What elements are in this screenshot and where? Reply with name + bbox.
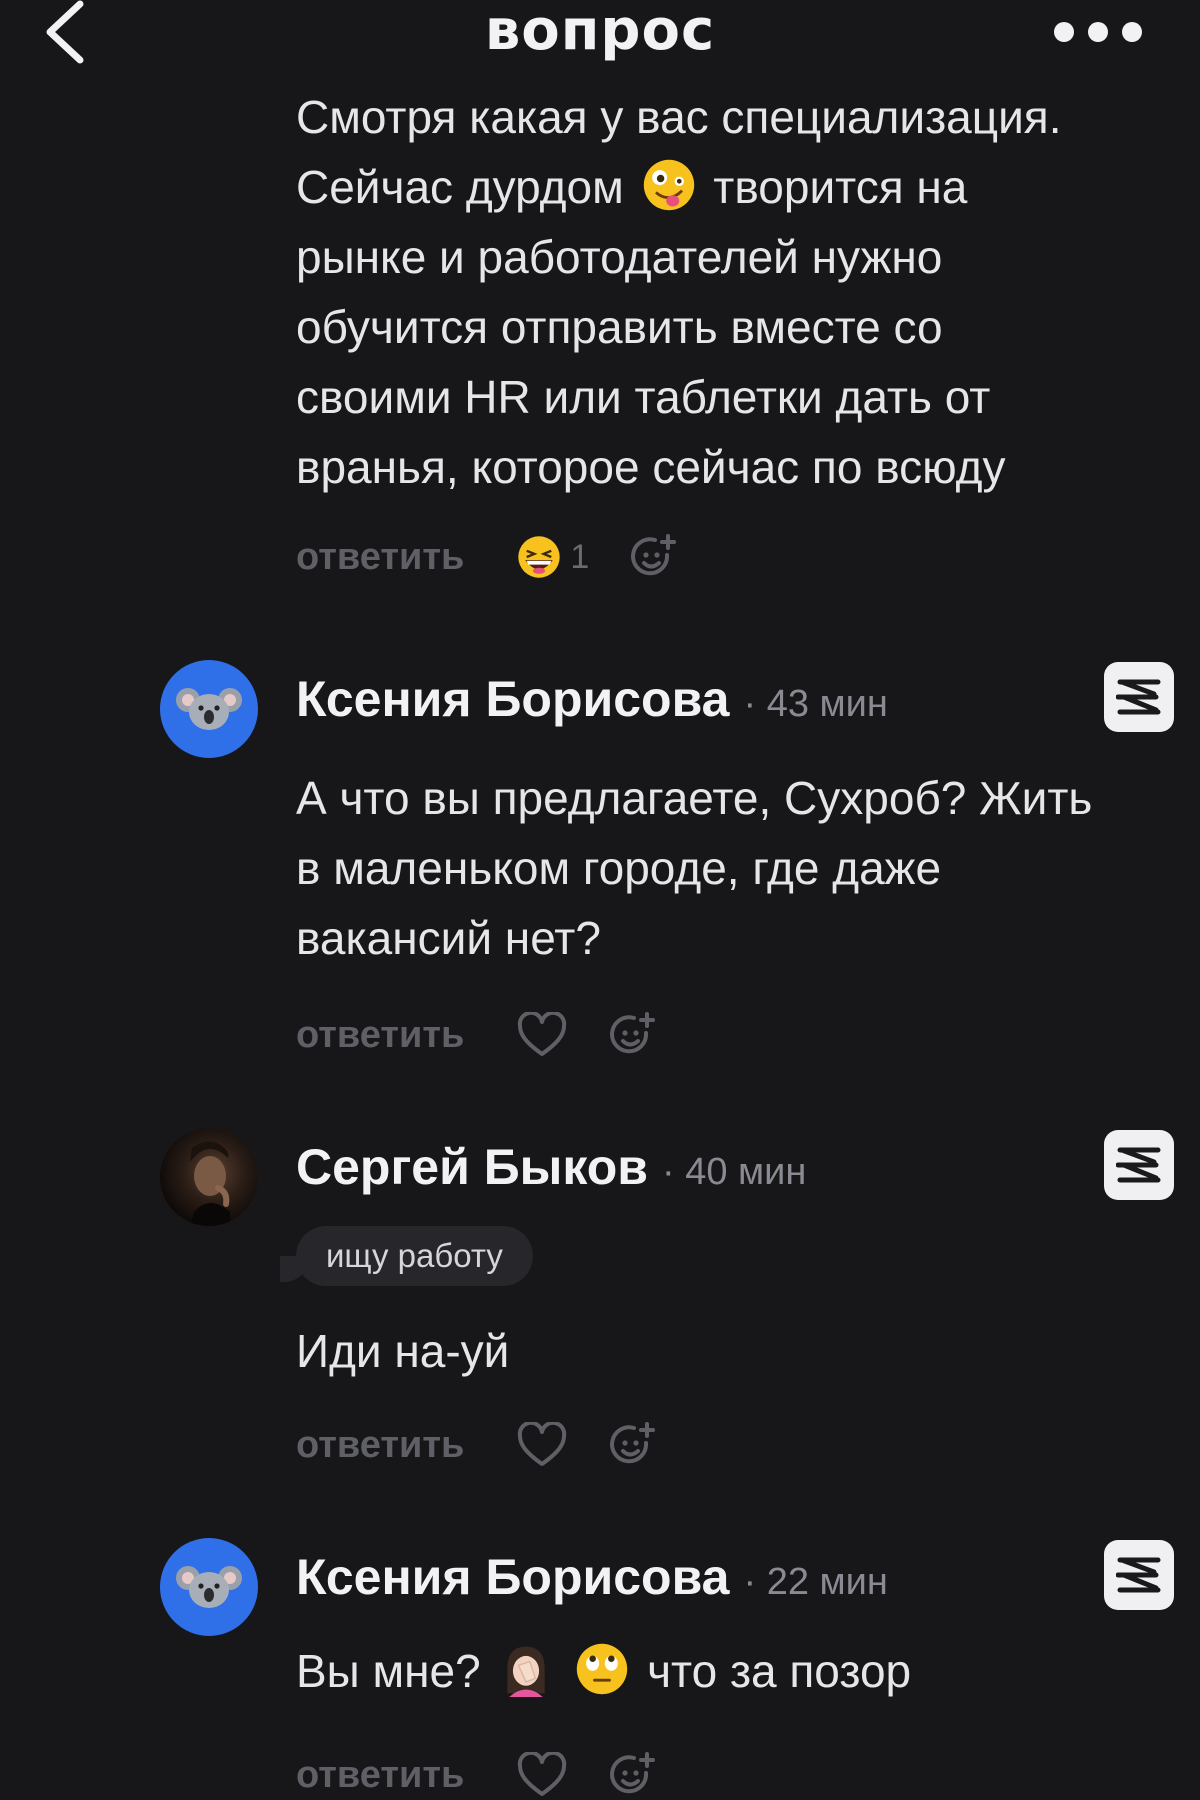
add-reaction-button[interactable]: [606, 1749, 658, 1800]
author-name[interactable]: Сергей Быков: [296, 1138, 648, 1196]
comment-text: Иди на-уй: [296, 1316, 1176, 1386]
comment-text-fragment: творится на: [713, 161, 968, 213]
comment-text: А что вы предлагаете, Сухроб? Жить в мал…: [296, 763, 1176, 973]
comment-line: А что вы предлагаете, Сухроб? Жить: [296, 772, 1093, 824]
user-badge-button[interactable]: [1104, 1130, 1174, 1200]
author-name[interactable]: Ксения Борисова: [296, 670, 729, 728]
screen: вопрос Смотря какая у вас специализация.…: [0, 0, 1200, 1800]
comment-text-fragment: Вы мне?: [296, 1645, 481, 1697]
comment-line: Сейчас дурдом творится на: [296, 152, 1176, 222]
status-tag: ищу работу: [296, 1226, 533, 1286]
comment-actions: ответить: [296, 1415, 696, 1475]
like-button[interactable]: [516, 1749, 568, 1800]
reply-button[interactable]: ответить: [296, 536, 464, 579]
comment-actions: ответить: [296, 1005, 696, 1065]
more-dots-icon: [1122, 22, 1142, 42]
timestamp: · 22 мин: [743, 1561, 888, 1603]
comment-line: вранья, которое сейчас по всюду: [296, 441, 1006, 493]
comment-text: Смотря какая у вас специализация. Сейчас…: [296, 82, 1176, 502]
user-badge-button[interactable]: [1104, 662, 1174, 732]
user-badge-button[interactable]: [1104, 1540, 1174, 1610]
badge-icon: [1116, 679, 1161, 715]
add-reaction-button[interactable]: [606, 1419, 658, 1471]
timestamp: · 40 мин: [662, 1151, 807, 1193]
comment-meta: Ксения Борисова · 43 мин: [296, 670, 888, 728]
comment-text-fragment: Сейчас дурдом: [296, 161, 624, 213]
author-name[interactable]: Ксения Борисова: [296, 1548, 729, 1606]
grinning-squint-emoji-icon: [518, 536, 561, 578]
user-photo-icon: [190, 1141, 230, 1226]
badge-icon: [1116, 1147, 1161, 1183]
reply-button[interactable]: ответить: [296, 1424, 464, 1467]
more-dots-icon: [1088, 22, 1108, 42]
avatar[interactable]: [160, 1128, 258, 1226]
koala-icon: [176, 1566, 242, 1608]
facepalm-woman-emoji-icon: [506, 1646, 545, 1697]
add-reaction-icon: [631, 534, 677, 576]
comment-text: Вы мне? что за позор: [296, 1636, 1176, 1706]
add-reaction-icon: [610, 1752, 656, 1794]
add-reaction-icon: [610, 1422, 656, 1464]
page-title: вопрос: [484, 0, 716, 63]
avatar[interactable]: [160, 660, 258, 758]
like-button[interactable]: [516, 1419, 568, 1471]
badge-icon: [1116, 1557, 1161, 1593]
comment-line: рынке и работодателей нужно: [296, 231, 943, 283]
heart-icon: [518, 1752, 567, 1796]
add-reaction-icon: [610, 1012, 656, 1054]
comment-line: вакансий нет?: [296, 912, 601, 964]
comment-line: в маленьком городе, где даже: [296, 842, 942, 894]
reply-button[interactable]: ответить: [296, 1014, 464, 1057]
more-dots-icon: [1054, 22, 1074, 42]
zany-face-emoji-icon: [643, 159, 694, 211]
add-reaction-button[interactable]: [627, 531, 679, 583]
reaction-count: 1: [570, 537, 590, 576]
comment-line: Иди на-уй: [296, 1325, 510, 1377]
reply-button[interactable]: ответить: [296, 1754, 464, 1797]
like-button[interactable]: [516, 1009, 568, 1061]
heart-icon: [518, 1422, 567, 1466]
comment-text-fragment: что за позор: [647, 1645, 912, 1697]
eye-roll-emoji-icon: [577, 1643, 628, 1695]
koala-icon: [176, 688, 242, 730]
comment-meta: Сергей Быков · 40 мин: [296, 1138, 806, 1196]
comment-line: обучится отправить вместе со: [296, 301, 943, 353]
comment-actions: ответить: [296, 1745, 696, 1800]
comment-actions: ответить 1: [296, 527, 717, 587]
avatar[interactable]: [160, 1538, 258, 1636]
timestamp: · 43 мин: [743, 683, 888, 725]
comment-line: Вы мне? что за позор: [296, 1636, 1176, 1706]
more-button[interactable]: [1054, 20, 1150, 44]
heart-icon: [518, 1012, 567, 1056]
top-bar: вопрос: [0, 0, 1200, 98]
comment-meta: Ксения Борисова · 22 мин: [296, 1548, 888, 1606]
comment-line: своими HR или таблетки дать от: [296, 371, 991, 423]
reaction-grinning[interactable]: 1: [516, 534, 589, 580]
add-reaction-button[interactable]: [606, 1009, 658, 1061]
